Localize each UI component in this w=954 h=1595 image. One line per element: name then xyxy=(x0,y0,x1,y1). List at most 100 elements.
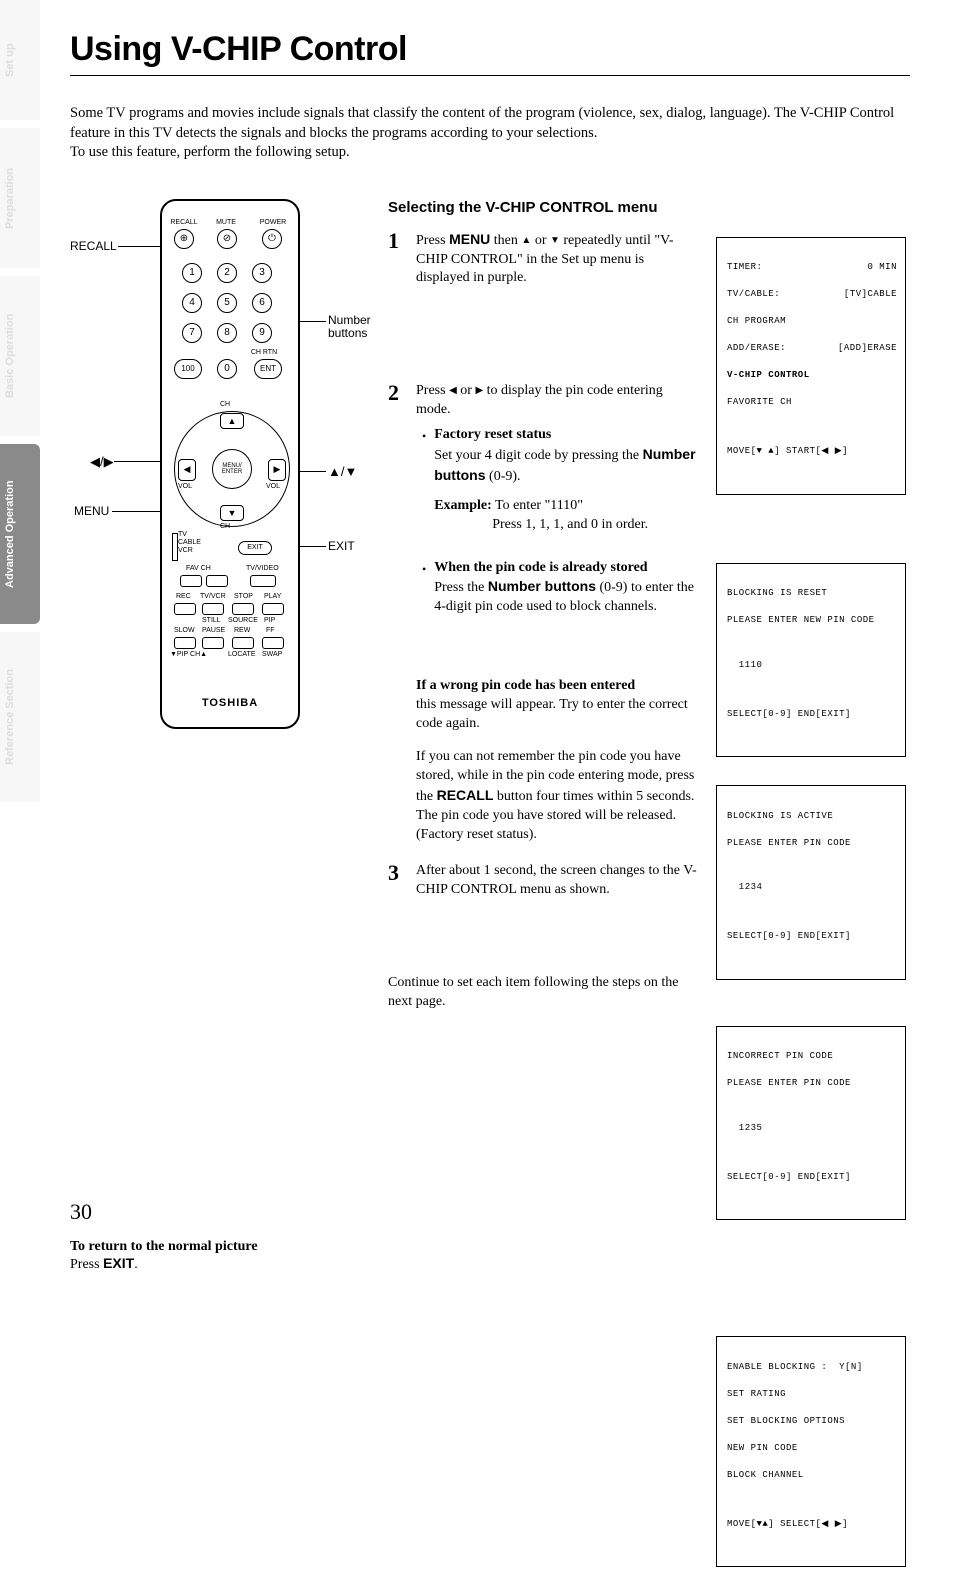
s2b1-r: (0-9). xyxy=(486,469,521,484)
lbl-recall: RECALL xyxy=(170,219,198,226)
osd-active: BLOCKING IS ACTIVE PLEASE ENTER PIN CODE… xyxy=(716,785,906,980)
btn-recall: ⊕ xyxy=(174,229,194,249)
lbl-chrtn: CH RTN xyxy=(244,349,284,356)
tab-reference: Reference Section xyxy=(0,632,40,802)
s2-a: Press xyxy=(416,383,449,398)
return-exit: EXIT xyxy=(103,1255,134,1271)
osd1-r4b: [ADD]ERASE xyxy=(838,342,897,356)
step1-num: 1 xyxy=(388,230,406,295)
step2-bullet1: Factory reset status Set your 4 digit co… xyxy=(422,426,698,534)
osd1-r2b: [TV]CABLE xyxy=(844,288,897,302)
lbl-mute: MUTE xyxy=(212,219,240,226)
osd2-l2: PLEASE ENTER NEW PIN CODE xyxy=(727,614,897,628)
lbl-rew: REW xyxy=(234,627,250,634)
btn-tvvcr xyxy=(202,603,224,615)
osd4-code: 1235 xyxy=(727,1122,897,1136)
osd2-footer: SELECT[0-9] END[EXIT] xyxy=(727,708,897,722)
s2-wrong-p1: this message will appear. Try to enter t… xyxy=(416,696,698,734)
lbl-swap: SWAP xyxy=(262,651,282,658)
osd1-r5: V-CHIP CONTROL xyxy=(727,369,897,383)
btn-4: 4 xyxy=(182,293,202,313)
s1-menu: MENU xyxy=(449,231,490,247)
lbl-pip: PIP xyxy=(264,617,275,624)
s2b2-a: Press the xyxy=(434,580,488,595)
btn-stop xyxy=(232,603,254,615)
s1-a: Press xyxy=(416,233,449,248)
intro-span: Some TV programs and movies include sign… xyxy=(70,105,894,160)
s2b1-l1: Set your 4 digit code by pressing the xyxy=(434,448,642,463)
lbl-favch: FAV CH xyxy=(186,565,211,572)
osd-incorrect: INCORRECT PIN CODE PLEASE ENTER PIN CODE… xyxy=(716,1026,906,1221)
page-title: Using V-CHIP Control xyxy=(70,30,910,76)
callout-exit: EXIT xyxy=(328,539,355,553)
section-tabs: Set up Preparation Basic Operation Advan… xyxy=(0,0,40,1235)
osd3-l1: BLOCKING IS ACTIVE xyxy=(727,810,897,824)
lbl-cable: CABLE xyxy=(178,539,201,546)
osd5-l3: SET BLOCKING OPTIONS xyxy=(727,1415,897,1429)
lbl-power: POWER xyxy=(258,219,288,226)
btn-exit: EXIT xyxy=(238,541,272,555)
btn-rec xyxy=(174,603,196,615)
osd1-r1a: TIMER: xyxy=(727,261,762,275)
lbl-still: STILL xyxy=(202,617,221,624)
lbl-tvvideo: TV/VIDEO xyxy=(246,565,279,572)
return-note: To return to the normal picture Press EX… xyxy=(70,1239,370,1273)
step3-num: 3 xyxy=(388,862,406,906)
lbl-brand: TOSHIBA xyxy=(162,697,298,709)
lbl-pipch: ▼PIP CH▲ xyxy=(170,651,207,658)
s1-down: ▼ xyxy=(550,235,560,246)
callout-menu: MENU xyxy=(74,504,109,518)
lbl-vol-r: VOL xyxy=(266,483,280,490)
osd4-l2: PLEASE ENTER PIN CODE xyxy=(727,1077,897,1091)
s2b1-exlbl: Example: xyxy=(434,498,492,513)
lbl-tvvcr: TV/VCR xyxy=(200,593,226,600)
btn-ch-up: ▲ xyxy=(220,413,244,429)
s2-left: ◀ xyxy=(449,385,457,396)
s2-or: or xyxy=(457,383,476,398)
return-heading: To return to the normal picture xyxy=(70,1239,258,1254)
osd3-l2: PLEASE ENTER PIN CODE xyxy=(727,837,897,851)
lbl-rec: REC xyxy=(176,593,191,600)
btn-7: 7 xyxy=(182,323,202,343)
step-3: 3 After about 1 second, the screen chang… xyxy=(388,862,698,906)
lbl-stop: STOP xyxy=(234,593,253,600)
osd-setup-menu: TIMER:0 MIN TV/CABLE:[TV]CABLE CH PROGRA… xyxy=(716,237,906,495)
tab-basic: Basic Operation xyxy=(0,276,40,436)
s2-wrong-h: If a wrong pin code has been entered xyxy=(416,678,635,693)
btn-fav-down xyxy=(180,575,202,587)
s2-wrong-p2b: button four times within 5 seconds. xyxy=(493,789,694,804)
btn-5: 5 xyxy=(217,293,237,313)
osd3-footer: SELECT[0-9] END[EXIT] xyxy=(727,930,897,944)
return-period: . xyxy=(134,1257,138,1272)
tab-setup: Set up xyxy=(0,0,40,120)
btn-6: 6 xyxy=(252,293,272,313)
lbl-ch-down: CH xyxy=(220,523,230,530)
lbl-vol-l: VOL xyxy=(178,483,192,490)
lbl-slow: SLOW xyxy=(174,627,195,634)
osd3-code: 1234 xyxy=(727,881,897,895)
continue-note: Continue to set each item following the … xyxy=(388,974,698,1012)
page-number: 30 xyxy=(70,1199,92,1225)
s2b1-ex2: Press 1, 1, 1, and 0 in order. xyxy=(492,516,698,535)
callout-up-down: ▲/▼ xyxy=(328,464,357,479)
osd1-r3: CH PROGRAM xyxy=(727,315,897,329)
btn-mute: ⊘ xyxy=(217,229,237,249)
btn-ent: ENT xyxy=(254,359,282,379)
osd1-r1b: 0 MIN xyxy=(867,261,897,275)
step2-num: 2 xyxy=(388,382,406,844)
osd5-footer: MOVE[▼▲] SELECT[◀ ▶] xyxy=(727,1518,897,1532)
btn-1: 1 xyxy=(182,263,202,283)
step2-bullet2: When the pin code is already stored Pres… xyxy=(422,559,698,618)
callout-recall: RECALL xyxy=(70,239,117,253)
btn-2: 2 xyxy=(217,263,237,283)
s2-wrong-p3: The pin code you have stored will be rel… xyxy=(416,807,698,845)
btn-play xyxy=(262,603,284,615)
lbl-source: SOURCE xyxy=(228,617,258,624)
remote-diagram: RECALL Number buttons ◀/▶ ▲/▼ MENU EXIT … xyxy=(70,199,370,759)
btn-slow xyxy=(174,637,196,649)
osd2-l1: BLOCKING IS RESET xyxy=(727,587,897,601)
tab-advanced: Advanced Operation xyxy=(0,444,40,624)
lbl-ff: FF xyxy=(266,627,275,634)
lbl-pause: PAUSE xyxy=(202,627,225,634)
osd4-l1: INCORRECT PIN CODE xyxy=(727,1050,897,1064)
